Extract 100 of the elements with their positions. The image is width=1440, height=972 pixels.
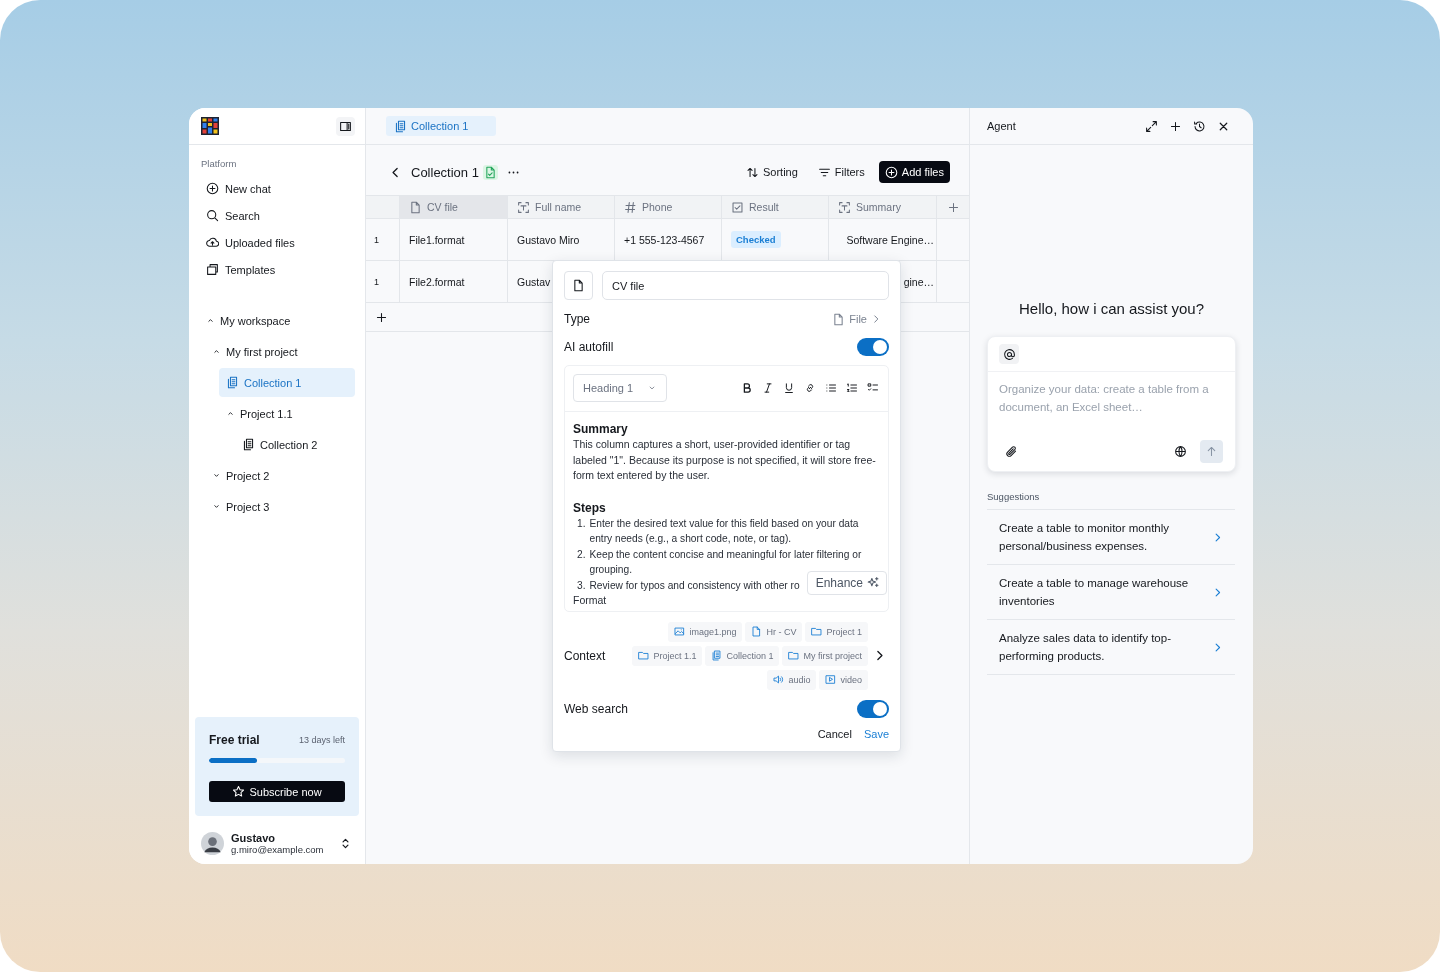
plus-icon	[1169, 119, 1182, 133]
at-sign-icon	[1002, 347, 1016, 361]
context-chip[interactable]: image1.png	[668, 621, 743, 642]
prompt-field[interactable]: Organize your data: create a table from a document, an Excel sheet…	[988, 372, 1235, 440]
table-cell: File2.format	[409, 275, 465, 288]
greeting: Hello, how i can assist you?	[1017, 300, 1206, 317]
folder-icon	[811, 626, 823, 637]
file-check-icon	[483, 165, 497, 179]
save-button[interactable]: Save	[863, 727, 889, 740]
autofill-toggle[interactable]	[857, 338, 889, 356]
suggestions-label: Suggestions	[987, 491, 1041, 502]
row-number: 1	[374, 234, 379, 245]
context-chip[interactable]: My first project	[782, 645, 868, 666]
toolbar-button[interactable]: Add files	[878, 161, 950, 183]
caret-down-icon	[212, 502, 221, 511]
caret-up-icon	[226, 409, 235, 418]
folder-icon	[788, 650, 800, 661]
format-button[interactable]	[845, 381, 859, 395]
context-chip[interactable]: video	[819, 669, 868, 690]
step-number: 3.	[577, 578, 586, 593]
logo-icon	[201, 117, 219, 135]
block-style-dropdown[interactable]: Heading 1	[573, 374, 668, 402]
user-name: Gustavo	[231, 832, 276, 844]
section-label: Platform	[201, 158, 237, 169]
hash-icon	[624, 200, 637, 214]
documents-icon	[711, 650, 723, 661]
column-header[interactable]: Full name	[508, 196, 615, 218]
type-selector[interactable]: File	[832, 312, 881, 326]
suggestion-item[interactable]: Analyze sales data to identify top-performing products.	[987, 619, 1235, 675]
tree-item[interactable]: Project 2	[205, 461, 355, 490]
nav-item[interactable]: New chat	[189, 175, 288, 202]
underline-icon	[783, 382, 795, 394]
cloud-upload-icon	[206, 236, 219, 249]
toolbar-button[interactable]: Sorting	[740, 161, 804, 183]
history-icon	[1193, 119, 1206, 133]
image-icon	[674, 626, 686, 637]
numbered-list-icon	[846, 382, 858, 394]
web-search-toggle[interactable]	[857, 699, 889, 718]
format-button[interactable]	[761, 381, 775, 395]
column-name-field[interactable]: CV file	[602, 271, 889, 300]
nav-item[interactable]: Uploaded files	[189, 229, 312, 256]
caret-up-icon	[206, 316, 215, 325]
enhance-button[interactable]: Enhance	[806, 570, 887, 595]
status-badge: Checked	[731, 231, 781, 248]
editor-paragraph: This column captures a short, user-provided identifier or tag labeled "1". Because its purpose is not specified, it will store free-form text entered by the user.	[573, 437, 877, 483]
column-header[interactable]: Summary	[829, 196, 937, 218]
editor-text: Format	[573, 593, 607, 608]
context-chip[interactable]: Project 1.1	[632, 645, 703, 666]
web-search-label: Web search	[564, 701, 628, 716]
send-button[interactable]	[1200, 440, 1223, 463]
context-chip[interactable]: Collection 1	[705, 645, 780, 666]
autofill-label: AI autofill	[564, 340, 614, 354]
tree-item[interactable]: Project 3	[205, 492, 355, 521]
column-header[interactable]: Result	[722, 196, 829, 218]
editor-heading: Summary	[573, 422, 629, 437]
caret-down-icon	[212, 471, 221, 480]
file-icon	[832, 312, 846, 326]
suggestion-item[interactable]: Create a table to monitor monthly personal/business expenses.	[987, 509, 1235, 564]
column-header[interactable]: Phone	[615, 196, 722, 218]
days-left: 13 days left	[298, 735, 345, 745]
link-icon	[804, 382, 816, 394]
suggestion-item[interactable]: Create a table to manage warehouse inventories	[987, 564, 1235, 619]
column-icon-button[interactable]	[564, 271, 593, 300]
avatar-icon	[201, 832, 224, 855]
context-chip[interactable]: Hr - CV	[745, 621, 803, 642]
arrow-up-icon	[1205, 445, 1218, 458]
cancel-button[interactable]: Cancel	[817, 727, 852, 740]
user-email: g.miro@example.com	[231, 844, 325, 855]
documents-icon	[226, 376, 239, 389]
tree-item[interactable]: Collection 2	[235, 430, 355, 459]
tree-item[interactable]: My first project	[205, 337, 355, 366]
tab[interactable]: Collection 1	[386, 116, 496, 136]
caret-up-icon	[212, 347, 221, 356]
text-field-icon	[517, 200, 530, 214]
format-button[interactable]	[782, 381, 796, 395]
file-icon	[409, 200, 422, 214]
bullet-list-icon	[825, 382, 837, 394]
step-number: 1.	[577, 516, 586, 531]
paperclip-icon	[1005, 445, 1018, 458]
context-chip[interactable]: Project 1	[805, 621, 868, 642]
subscribe-button[interactable]: Subscribe now	[209, 781, 345, 802]
table-cell: gine…	[903, 275, 934, 288]
context-chip[interactable]: audio	[767, 669, 817, 690]
checkbox-icon	[731, 200, 744, 214]
folder-icon	[638, 650, 650, 661]
nav-item[interactable]: Templates	[189, 256, 293, 283]
mention-button[interactable]	[999, 344, 1019, 364]
chat-input[interactable]: Organize your data: create a table from a document, an Excel sheet…	[987, 336, 1236, 472]
star-icon	[232, 785, 246, 798]
chevron-right-icon	[871, 314, 881, 324]
tree-item[interactable]: My workspace	[199, 306, 355, 335]
tree-item[interactable]: Project 1.1	[219, 399, 355, 428]
column-header[interactable]: CV file	[400, 196, 508, 218]
toolbar-button[interactable]: Filters	[811, 161, 871, 183]
text-field-icon	[838, 200, 851, 214]
checklist-icon	[867, 382, 879, 394]
tree-item[interactable]: Collection 1	[219, 368, 355, 397]
sidebar-toggle-button[interactable]	[336, 116, 355, 136]
table-cell: +1 555-123-4567	[624, 233, 705, 246]
nav-item[interactable]: Search	[189, 202, 277, 229]
